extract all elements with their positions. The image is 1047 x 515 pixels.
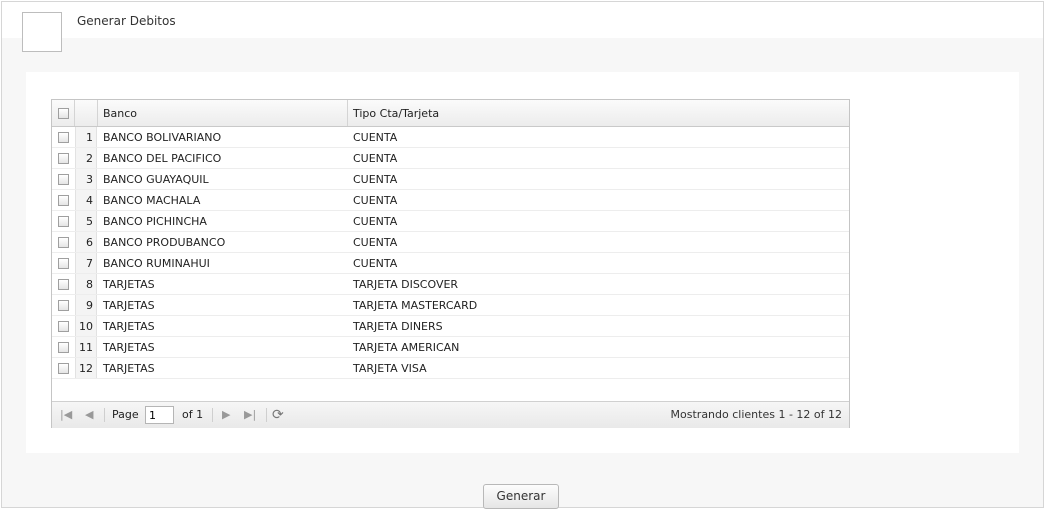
row-checkbox[interactable] bbox=[58, 300, 69, 311]
row-checkbox[interactable] bbox=[58, 342, 69, 353]
cell-tipo: TARJETA DINERS bbox=[353, 320, 443, 333]
cell-tipo: TARJETA MASTERCARD bbox=[353, 299, 478, 312]
page-number-input[interactable] bbox=[145, 406, 174, 424]
cell-tipo: TARJETA AMERICAN bbox=[353, 341, 460, 354]
cell-banco: BANCO GUAYAQUIL bbox=[103, 173, 209, 186]
content-panel: Banco Tipo Cta/Tarjeta 1 BANCO BOLIVARIAN… bbox=[26, 72, 1019, 453]
cell-banco: BANCO DEL PACIFICO bbox=[103, 152, 222, 165]
row-number: 3 bbox=[75, 169, 97, 189]
table-row[interactable]: 9 TARJETAS TARJETA MASTERCARD bbox=[52, 295, 849, 316]
row-checkbox[interactable] bbox=[58, 258, 69, 269]
cell-tipo: CUENTA bbox=[353, 194, 398, 207]
row-checkbox[interactable] bbox=[58, 216, 69, 227]
column-header-tipo[interactable]: Tipo Cta/Tarjeta bbox=[348, 100, 849, 126]
page-count-label: of 1 bbox=[182, 408, 204, 421]
select-all-checkbox[interactable] bbox=[58, 108, 69, 119]
cell-banco: BANCO PRODUBANCO bbox=[103, 236, 226, 249]
cell-banco: TARJETAS bbox=[103, 320, 155, 333]
cell-banco: BANCO RUMINAHUI bbox=[103, 257, 210, 270]
toolbar-separator bbox=[104, 408, 105, 422]
logo-placeholder bbox=[22, 12, 62, 52]
first-page-icon[interactable]: |◀ bbox=[60, 402, 72, 428]
toolbar-separator bbox=[212, 408, 213, 422]
row-number: 8 bbox=[75, 274, 97, 294]
row-checkbox[interactable] bbox=[58, 279, 69, 290]
row-checkbox[interactable] bbox=[58, 174, 69, 185]
table-row[interactable]: 5 BANCO PICHINCHA CUENTA bbox=[52, 211, 849, 232]
cell-banco: TARJETAS bbox=[103, 341, 155, 354]
table-row[interactable]: 10 TARJETAS TARJETA DINERS bbox=[52, 316, 849, 337]
generar-button[interactable]: Generar bbox=[483, 484, 559, 509]
table-row[interactable]: 3 BANCO GUAYAQUIL CUENTA bbox=[52, 169, 849, 190]
toolbar-separator bbox=[266, 408, 267, 422]
header-rownum-cell bbox=[75, 100, 98, 126]
row-checkbox[interactable] bbox=[58, 321, 69, 332]
row-number: 12 bbox=[75, 358, 97, 378]
row-number: 6 bbox=[75, 232, 97, 252]
column-header-banco[interactable]: Banco bbox=[98, 100, 348, 126]
row-number: 2 bbox=[75, 148, 97, 168]
row-number: 1 bbox=[75, 127, 97, 147]
cell-tipo: CUENTA bbox=[353, 173, 398, 186]
row-number: 11 bbox=[75, 337, 97, 357]
cell-tipo: TARJETA VISA bbox=[353, 362, 427, 375]
table-row[interactable]: 2 BANCO DEL PACIFICO CUENTA bbox=[52, 148, 849, 169]
row-checkbox[interactable] bbox=[58, 363, 69, 374]
last-page-icon[interactable]: ▶| bbox=[244, 402, 256, 428]
grid-header: Banco Tipo Cta/Tarjeta bbox=[52, 100, 849, 127]
table-row[interactable]: 7 BANCO RUMINAHUI CUENTA bbox=[52, 253, 849, 274]
cell-banco: BANCO MACHALA bbox=[103, 194, 201, 207]
window-frame: Generar Debitos Banco Tipo Cta/Tarjeta 1… bbox=[1, 1, 1044, 508]
row-checkbox[interactable] bbox=[58, 132, 69, 143]
row-checkbox[interactable] bbox=[58, 153, 69, 164]
row-number: 5 bbox=[75, 211, 97, 231]
cell-banco: TARJETAS bbox=[103, 362, 155, 375]
cell-tipo: CUENTA bbox=[353, 215, 398, 228]
table-row[interactable]: 1 BANCO BOLIVARIANO CUENTA bbox=[52, 127, 849, 148]
row-checkbox[interactable] bbox=[58, 237, 69, 248]
paging-toolbar: |◀ ◀ Page of 1 ▶ ▶| ⟳ Mostrando clientes… bbox=[52, 401, 849, 428]
cell-banco: BANCO PICHINCHA bbox=[103, 215, 207, 228]
prev-page-icon[interactable]: ◀ bbox=[85, 402, 93, 428]
next-page-icon[interactable]: ▶ bbox=[222, 402, 230, 428]
row-number: 10 bbox=[75, 316, 97, 336]
table-row[interactable]: 4 BANCO MACHALA CUENTA bbox=[52, 190, 849, 211]
refresh-icon[interactable]: ⟳ bbox=[272, 402, 284, 428]
bank-grid: Banco Tipo Cta/Tarjeta 1 BANCO BOLIVARIAN… bbox=[51, 99, 850, 428]
row-checkbox[interactable] bbox=[58, 195, 69, 206]
header: Generar Debitos bbox=[2, 2, 1043, 52]
row-number: 9 bbox=[75, 295, 97, 315]
paging-status: Mostrando clientes 1 - 12 of 12 bbox=[670, 408, 842, 421]
cell-tipo: CUENTA bbox=[353, 236, 398, 249]
cell-banco: TARJETAS bbox=[103, 299, 155, 312]
header-select-cell bbox=[52, 100, 75, 126]
cell-banco: TARJETAS bbox=[103, 278, 155, 291]
table-row[interactable]: 6 BANCO PRODUBANCO CUENTA bbox=[52, 232, 849, 253]
table-row[interactable]: 11 TARJETAS TARJETA AMERICAN bbox=[52, 337, 849, 358]
cell-tipo: TARJETA DISCOVER bbox=[353, 278, 459, 291]
cell-banco: BANCO BOLIVARIANO bbox=[103, 131, 222, 144]
page-title: Generar Debitos bbox=[77, 14, 176, 28]
row-number: 4 bbox=[75, 190, 97, 210]
row-number: 7 bbox=[75, 253, 97, 273]
page-label: Page bbox=[112, 408, 139, 421]
cell-tipo: CUENTA bbox=[353, 131, 398, 144]
cell-tipo: CUENTA bbox=[353, 152, 398, 165]
table-row[interactable]: 12 TARJETAS TARJETA VISA bbox=[52, 358, 849, 379]
cell-tipo: CUENTA bbox=[353, 257, 398, 270]
table-row[interactable]: 8 TARJETAS TARJETA DISCOVER bbox=[52, 274, 849, 295]
